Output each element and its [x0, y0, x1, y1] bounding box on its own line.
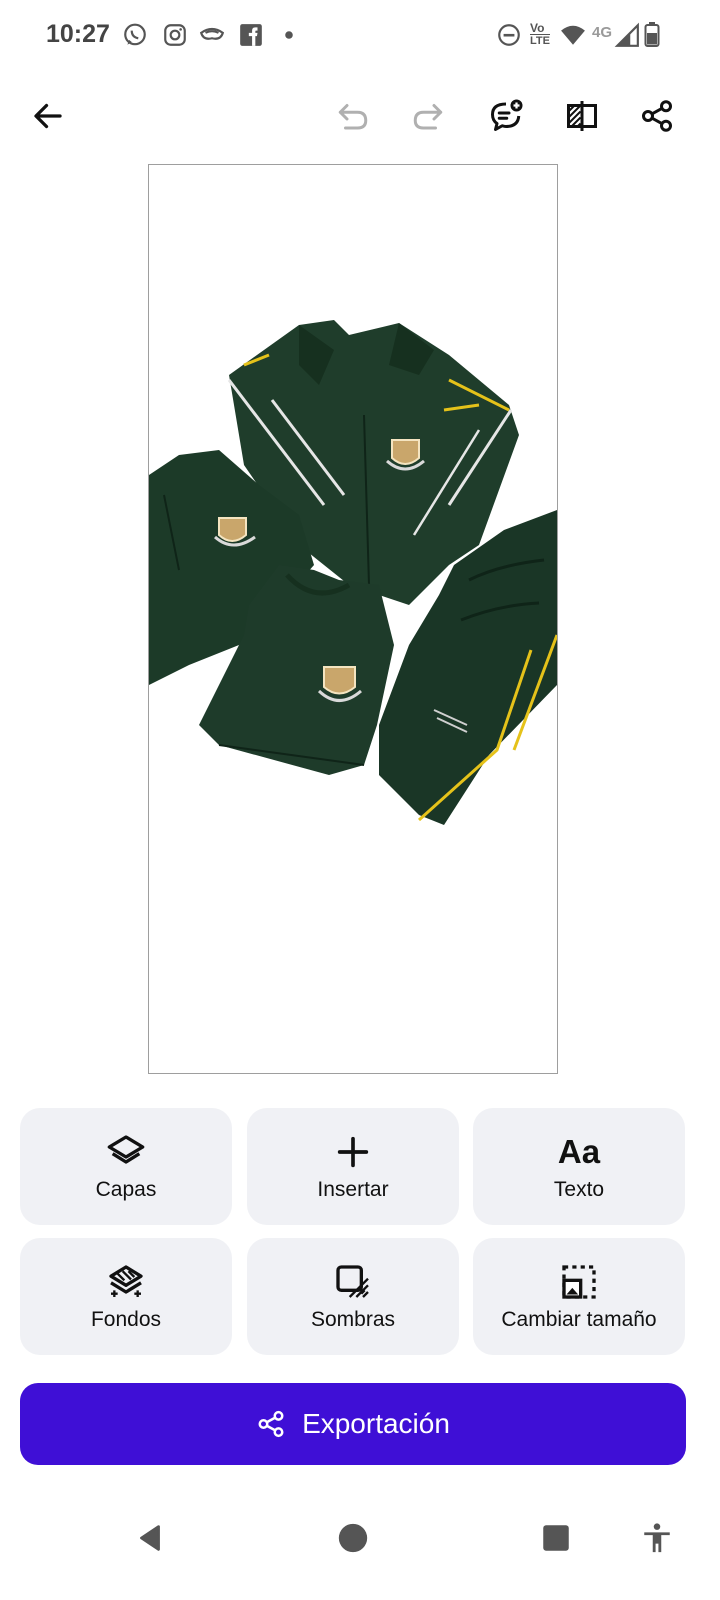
shadows-tool-button[interactable]: Sombras — [247, 1238, 459, 1355]
plus-icon — [333, 1132, 373, 1172]
share-icon — [639, 98, 675, 139]
back-button[interactable] — [26, 96, 70, 140]
system-nav-bar — [0, 1490, 720, 1600]
layers-tool-button[interactable]: Capas — [20, 1108, 232, 1225]
redo-icon — [410, 98, 446, 139]
network-type-label: 4G — [592, 24, 613, 41]
nav-back-button[interactable] — [120, 1510, 180, 1570]
text-icon-glyph: Aa — [557, 1132, 601, 1170]
compare-button[interactable] — [560, 96, 604, 140]
insert-tool-label: Insertar — [317, 1177, 389, 1201]
layers-tool-label: Capas — [95, 1177, 157, 1201]
wifi-icon — [559, 22, 587, 48]
home-circle-icon — [336, 1521, 370, 1560]
backgrounds-tool-label: Fondos — [90, 1307, 162, 1331]
text-tool-button[interactable]: Aa Texto — [473, 1108, 685, 1225]
design-canvas[interactable] — [148, 164, 558, 1074]
shadows-icon — [333, 1262, 373, 1302]
recents-square-icon — [539, 1521, 573, 1560]
status-time: 10:27 — [46, 20, 110, 48]
resize-icon — [559, 1262, 599, 1302]
text-icon: Aa — [558, 1132, 600, 1172]
volte-bottom-label: LTE — [530, 34, 550, 47]
share-button[interactable] — [635, 96, 679, 140]
text-tool-label: Texto — [553, 1177, 605, 1201]
export-label: Exportación — [302, 1408, 450, 1439]
battery-icon — [642, 22, 662, 48]
backgrounds-tool-button[interactable]: Fondos — [20, 1238, 232, 1355]
instagram-icon — [162, 22, 188, 48]
mask-icon — [199, 22, 225, 48]
comment-add-icon — [488, 98, 524, 139]
cell-signal-icon — [614, 22, 640, 48]
insert-tool-button[interactable]: Insertar — [247, 1108, 459, 1225]
undo-button[interactable] — [331, 96, 375, 140]
status-bar: 10:27 Vo LTE 4G — [0, 0, 720, 70]
add-comment-button[interactable] — [484, 96, 528, 140]
layers-icon — [106, 1132, 146, 1172]
undo-icon — [335, 98, 371, 139]
nav-accessibility-button[interactable] — [627, 1510, 687, 1570]
accessibility-icon — [640, 1521, 674, 1560]
compare-icon — [564, 98, 600, 139]
volte-top-label: Vo — [530, 21, 545, 35]
screen: 10:27 Vo LTE 4G Capas Insertar Aa Texto … — [0, 0, 720, 1600]
back-triangle-icon — [133, 1521, 167, 1560]
share-icon — [256, 1409, 286, 1439]
resize-tool-button[interactable]: Cambiar tamaño — [473, 1238, 685, 1355]
do-not-disturb-icon — [496, 22, 522, 48]
redo-button[interactable] — [406, 96, 450, 140]
volte-icon: Vo LTE — [530, 21, 550, 47]
school-uniform-image[interactable] — [149, 165, 557, 1073]
whatsapp-icon — [122, 22, 148, 48]
export-button[interactable]: Exportación — [20, 1383, 686, 1465]
nav-recents-button[interactable] — [526, 1510, 586, 1570]
resize-tool-label: Cambiar tamaño — [501, 1307, 657, 1331]
dot-icon — [276, 22, 302, 48]
backgrounds-icon — [106, 1262, 146, 1302]
editor-toolbar — [0, 80, 720, 156]
nav-home-button[interactable] — [323, 1510, 383, 1570]
shadows-tool-label: Sombras — [310, 1307, 396, 1331]
arrow-left-icon — [30, 98, 66, 139]
facebook-icon — [238, 22, 264, 48]
